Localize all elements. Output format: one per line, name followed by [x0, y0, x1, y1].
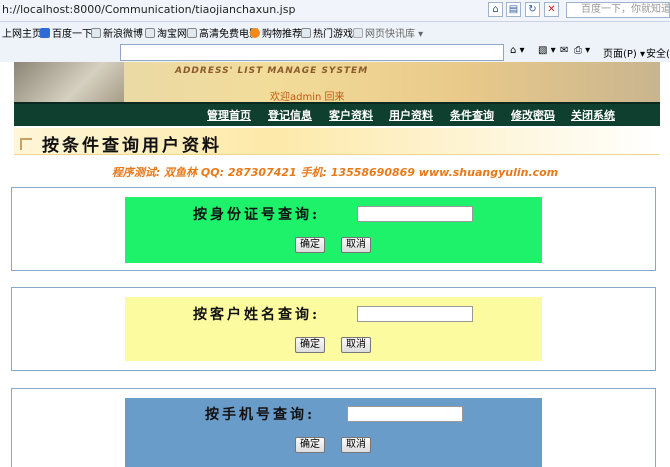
- query-panel-id: [125, 197, 542, 263]
- welcome-text: 欢迎admin 回来: [270, 92, 345, 103]
- cancel-button[interactable]: 取消: [341, 237, 371, 253]
- phone-input[interactable]: [347, 406, 463, 422]
- fav-label: 购物推荐: [262, 29, 302, 40]
- ok-button[interactable]: 确定: [295, 337, 325, 353]
- page-title: 按条件查询用户资料: [42, 136, 222, 156]
- query-panel-phone: [125, 398, 542, 467]
- shopping-icon: [250, 27, 260, 38]
- nav-password[interactable]: 修改密码: [511, 107, 555, 123]
- corner-mark-icon: [20, 138, 32, 150]
- banner-image: [14, 62, 124, 102]
- nav-home[interactable]: 管理首页: [207, 107, 251, 123]
- nav-customers[interactable]: 客户资料: [329, 107, 373, 123]
- url-text: localhost:8000/Communication/tiaojiancha…: [20, 3, 296, 16]
- id-number-input[interactable]: [357, 206, 473, 222]
- credits-text: 程序测试: 双鱼林 QQ: 287307421 手机: 13558690869 …: [111, 166, 559, 179]
- fav-baidu[interactable]: 百度一下: [40, 25, 92, 40]
- fav-games[interactable]: 热门游戏: [301, 25, 353, 40]
- query-label-id: 按身份证号查询:: [193, 207, 321, 223]
- stop-icon[interactable]: ✕: [544, 2, 559, 17]
- nav-register[interactable]: 登记信息: [268, 107, 312, 123]
- nav-close[interactable]: 关闭系统: [571, 107, 615, 123]
- query-label-name: 按客户姓名查询:: [193, 307, 321, 323]
- fav-label: 热门游戏: [313, 29, 353, 40]
- fav-taobao[interactable]: 淘宝网: [145, 25, 187, 40]
- feeds-icon[interactable]: ▧ ▾: [538, 45, 556, 56]
- tab-strip[interactable]: [120, 44, 504, 61]
- cancel-button[interactable]: 取消: [341, 337, 371, 353]
- customer-name-input[interactable]: [357, 306, 473, 322]
- fav-label: 淘宝网: [157, 29, 187, 40]
- fav-weibo[interactable]: 新浪微博: [91, 25, 143, 40]
- baidu-icon: [40, 27, 50, 38]
- safety-menu[interactable]: 安全(S: [646, 45, 670, 60]
- query-panel-name: [125, 297, 542, 361]
- print-icon[interactable]: ⎙ ▾: [574, 45, 590, 56]
- ok-button[interactable]: 确定: [295, 437, 325, 453]
- query-label-phone: 按手机号查询:: [205, 407, 316, 423]
- page-icon: [187, 27, 197, 38]
- page-icon: [91, 27, 101, 38]
- mail-icon[interactable]: ✉: [560, 45, 568, 56]
- fav-label: 百度一下: [52, 29, 92, 40]
- refresh-icon[interactable]: ↻: [525, 2, 540, 17]
- fav-label: 上网主页: [2, 29, 42, 40]
- cancel-button[interactable]: 取消: [341, 437, 371, 453]
- fav-webslices[interactable]: 网页快讯库 ▾: [353, 25, 423, 40]
- fav-movies[interactable]: 高清免费电影: [187, 25, 259, 40]
- fav-home[interactable]: 上网主页: [2, 25, 42, 40]
- fav-label: 网页快讯库 ▾: [365, 29, 424, 40]
- url-field[interactable]: h://localhost:8000/Communication/tiaojia…: [2, 3, 295, 16]
- url-prefix: h: [2, 3, 9, 16]
- page-icon[interactable]: ▤: [506, 2, 521, 17]
- fav-label: 新浪微博: [103, 29, 143, 40]
- page-icon: [353, 27, 363, 38]
- compat-icon[interactable]: ⌂: [488, 2, 503, 17]
- search-input[interactable]: 百度一下，你就知道: [566, 2, 670, 18]
- nav-query[interactable]: 条件查询: [450, 107, 494, 123]
- page-menu[interactable]: 页面(P) ▾: [603, 45, 645, 60]
- nav-users[interactable]: 用户资料: [389, 107, 433, 123]
- ok-button[interactable]: 确定: [295, 237, 325, 253]
- fav-shopping[interactable]: 购物推荐: [250, 25, 302, 40]
- banner-title: ADDRESS' LIST MANAGE SYSTEM: [175, 66, 369, 76]
- page-icon: [145, 27, 155, 38]
- home-icon[interactable]: ⌂ ▾: [510, 45, 525, 56]
- page-icon: [301, 27, 311, 38]
